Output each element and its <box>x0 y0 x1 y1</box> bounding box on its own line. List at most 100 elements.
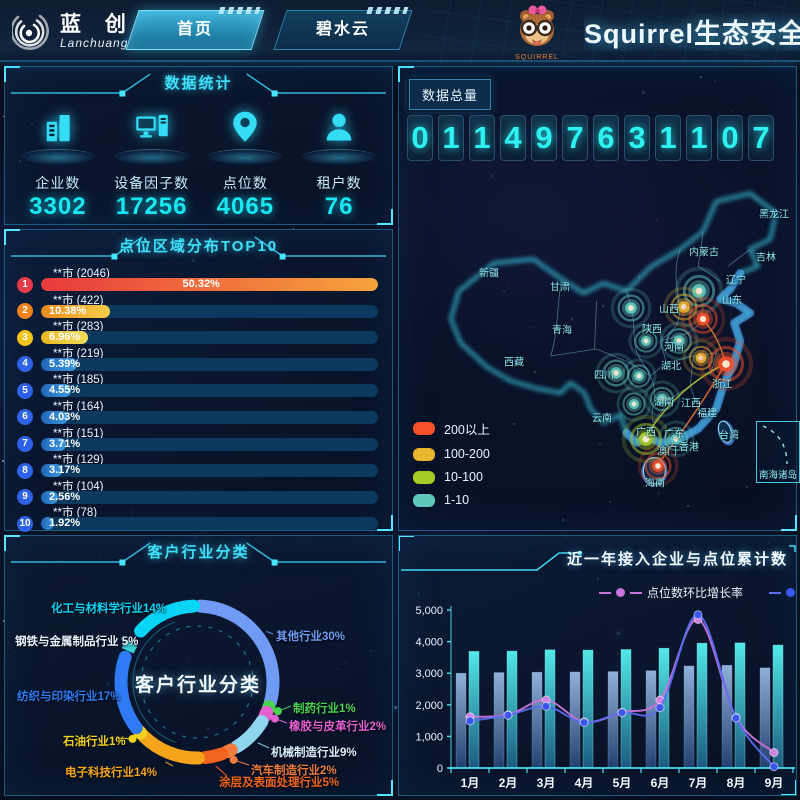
nine-dash-line <box>757 422 799 468</box>
map-legend-item[interactable]: 1-10 <box>413 493 490 507</box>
svg-text:5,000: 5,000 <box>415 605 443 617</box>
bar-line: 101.92% <box>17 517 378 530</box>
map-outline-glow <box>451 193 776 442</box>
table-row[interactable]: **市 (104)92.56% <box>17 479 378 506</box>
device-icon <box>133 109 171 145</box>
province-label: 山东 <box>722 292 742 307</box>
table-row[interactable]: **市 (129)83.17% <box>17 452 378 479</box>
panel-yearly-trend: 近一年接入企业与点位累计数 点位数环比增长率 01,0002,0003,0004… <box>398 535 797 796</box>
bar-value-label: 3.17% <box>49 464 80 477</box>
lanchuang-logo-icon <box>12 9 52 53</box>
map-legend: 200以上 100-200 10-100 1-10 <box>413 410 490 507</box>
top10-panel-title: 点位区域分布TOP10 <box>119 230 278 256</box>
table-row[interactable]: **市 (185)54.55% <box>17 372 378 399</box>
donut-segment-label: 涂层及表面处理行业5% <box>219 774 339 790</box>
building-icon <box>40 109 76 145</box>
province-label: 陕西 <box>642 321 662 336</box>
province-label: 广西 <box>636 424 656 439</box>
data-total-badge: 数据总量 <box>409 79 491 110</box>
province-label: 辽宁 <box>726 272 746 287</box>
legend-label: 10-100 <box>444 470 483 484</box>
bar-value-label: 50.32% <box>183 278 220 291</box>
tab-home[interactable]: 首页 <box>126 10 265 50</box>
page-title: Squirrel生态安全云平台 <box>584 12 800 51</box>
panel-header: 数据统计 <box>5 67 392 99</box>
legend-swatch <box>413 471 435 484</box>
bar-value-label: 4.03% <box>49 411 80 424</box>
bar-track: 4.55% <box>41 384 378 397</box>
bar-line: 5 4.55% <box>17 384 378 397</box>
icon-pedestal <box>21 149 95 165</box>
stat-tenant-count: 租户数 76 <box>295 105 383 221</box>
donut-segment-label: 化工与材料学行业14% <box>51 600 166 616</box>
stat-label: 企业数 <box>14 173 102 193</box>
province-label: 西藏 <box>504 354 524 369</box>
person-icon <box>321 109 357 145</box>
bar-track: 10.38% <box>41 305 378 318</box>
svg-text:7月: 7月 <box>689 776 708 790</box>
rank-badge: 9 <box>17 489 33 505</box>
donut-segment-label: 石油行业1% <box>63 733 126 749</box>
logo-subtitle: Lanchuang <box>60 36 135 50</box>
rank-badge: 5 <box>17 383 33 399</box>
industry-panel-title: 客户行业分类 <box>147 536 249 562</box>
province-label: 甘肃 <box>550 279 570 294</box>
bar-track: 5.39% <box>41 358 378 371</box>
svg-text:3月: 3月 <box>537 776 556 790</box>
svg-text:4,000: 4,000 <box>415 637 443 649</box>
tab-bishuiyun[interactable]: 碧水云 <box>274 10 413 50</box>
map-legend-item[interactable]: 100-200 <box>413 447 490 461</box>
bar-track: 6.96% <box>41 331 378 344</box>
svg-text:1,000: 1,000 <box>415 731 443 743</box>
china-map: 黑龙江吉林辽宁内蒙古新疆甘肃青海西藏山西陕西河南山东湖北四川云南湖南江西浙江福建… <box>399 171 798 531</box>
trend-combo-chart: 01,0002,0003,0004,0005,0001月2月3月4月5月6月7月… <box>401 600 797 796</box>
legend-item-point-growth-rate[interactable]: 点位数环比增长率 <box>599 584 743 601</box>
province-label: 海南 <box>645 475 665 490</box>
donut-segment-label: 钢铁与金属制品行业 5% <box>15 633 138 649</box>
trend-header: 近一年接入企业与点位累计数 <box>399 540 797 576</box>
province-label: 湖南 <box>654 394 674 409</box>
table-row[interactable]: **市 (78)101.92% <box>17 505 378 532</box>
squirrel-mascot: SQUIRREL <box>508 4 566 61</box>
table-row[interactable]: **市 (164)64.03% <box>17 399 378 426</box>
bar-value-label: 5.39% <box>49 358 80 371</box>
rank-badge: 7 <box>17 436 33 452</box>
legend-dot <box>616 588 625 597</box>
table-row[interactable]: **市 (283)36.96% <box>17 319 378 346</box>
industry-donut-chart: 其他行业30%制药行业1%橡胶与皮革行业2%机械制造行业9%汽车制造行业2%涂层… <box>5 536 392 795</box>
table-row[interactable]: **市 (219)45.39% <box>17 346 378 373</box>
map-legend-item[interactable]: 200以上 <box>413 419 490 438</box>
counter-digit: 1 <box>655 115 681 161</box>
legend-label: 200以上 <box>444 419 490 438</box>
bar-line: 73.71% <box>17 438 378 451</box>
location-pin-icon <box>227 109 263 145</box>
bar-value-label: 6.96% <box>49 331 80 344</box>
legend-swatch <box>413 494 435 507</box>
rank-badge: 1 <box>17 277 33 293</box>
south-china-sea-inset: 南海诸岛 <box>756 421 800 483</box>
icon-pedestal <box>302 149 376 165</box>
bar-track: 3.17% <box>41 464 378 477</box>
counter-digit: 3 <box>624 115 650 161</box>
table-row[interactable]: **市 (2046)150.32% <box>17 266 378 293</box>
province-label: 青海 <box>552 322 572 337</box>
table-row[interactable]: **市 (422)210.38% <box>17 293 378 320</box>
main-nav-tabs: 首页 碧水云 <box>132 10 406 50</box>
map-legend-item[interactable]: 10-100 <box>413 470 490 484</box>
counter-digit: 9 <box>531 115 557 161</box>
trend-panel-title: 近一年接入企业与点位累计数 <box>567 548 788 569</box>
top-header-bar: 蓝 创 Lanchuang 首页 碧水云 <box>0 0 800 62</box>
dashboard-root: { "header": { "logo_title": "蓝 创", "logo… <box>0 0 800 800</box>
svg-text:5月: 5月 <box>613 776 632 790</box>
panel-china-map: 数据总量 011497631107 <box>398 66 797 531</box>
legend-item-clipped[interactable] <box>769 588 797 597</box>
svg-text:8月: 8月 <box>727 776 746 790</box>
donut-segment-label: 电子科技行业14% <box>65 764 157 780</box>
legend-line <box>599 592 611 594</box>
legend-label: 1-10 <box>444 493 469 507</box>
province-label: 新疆 <box>479 265 499 280</box>
stat-enterprise-count: 企业数 3302 <box>14 105 102 221</box>
donut-segment-label: 其他行业30% <box>276 628 345 644</box>
table-row[interactable]: **市 (151)73.71% <box>17 426 378 453</box>
province-label: 吉林 <box>756 249 776 264</box>
